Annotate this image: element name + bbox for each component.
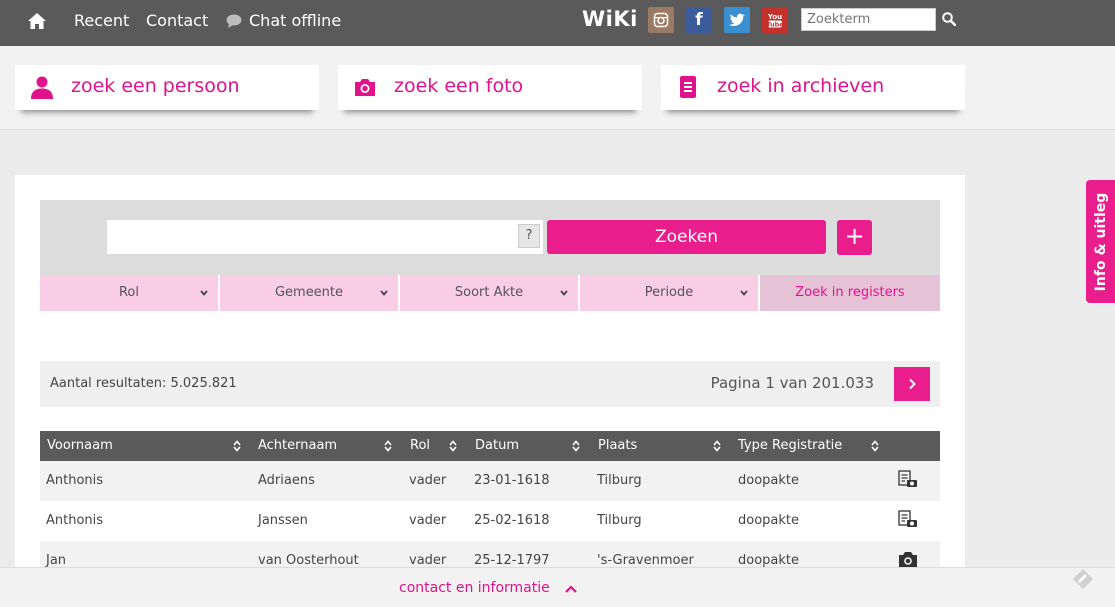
- table-row[interactable]: Anthonis Janssen vader 25-02-1618 Tilbur…: [40, 501, 940, 541]
- filter-label: Soort Akte: [454, 285, 524, 300]
- chevron-down-icon: [740, 290, 748, 296]
- table-row[interactable]: Anthonis Adriaens vader 23-01-1618 Tilbu…: [40, 461, 940, 501]
- cell-type: doopakte: [738, 513, 800, 528]
- help-button[interactable]: ?: [518, 224, 540, 248]
- filter-bar: Rol Gemeente Soort Akte Periode Zoek in …: [40, 275, 940, 311]
- cell-voornaam: Anthonis: [46, 473, 104, 488]
- sort-icon[interactable]: [233, 440, 241, 452]
- home-icon[interactable]: [27, 11, 47, 31]
- search-category-strip: zoek een persoon zoek een foto zoek in a…: [0, 46, 1115, 130]
- tab-photo-search[interactable]: zoek een foto: [338, 65, 642, 110]
- cell-rol: vader: [409, 513, 447, 528]
- cell-achternaam: Janssen: [258, 513, 308, 528]
- search-form: ? Zoeken +: [40, 200, 940, 275]
- contact-info-link[interactable]: contact en informatie: [399, 580, 550, 596]
- filter-label: Rol: [118, 285, 139, 300]
- facebook-icon[interactable]: f: [686, 7, 712, 33]
- chevron-down-icon: [200, 290, 208, 296]
- tab-label: zoek in archieven: [717, 75, 885, 97]
- feedback-icon[interactable]: [1071, 567, 1095, 591]
- filter-gemeente[interactable]: Gemeente: [220, 275, 398, 311]
- header-rol[interactable]: Rol: [410, 438, 430, 453]
- sort-icon[interactable]: [713, 440, 721, 452]
- cell-plaats: Tilburg: [597, 513, 642, 528]
- person-search-input[interactable]: [107, 220, 543, 254]
- header-voornaam[interactable]: Voornaam: [47, 438, 113, 453]
- bottom-bar: contact en informatie: [0, 567, 1115, 607]
- twitter-icon[interactable]: [724, 7, 750, 33]
- filter-label: Periode: [644, 285, 694, 300]
- document-with-photo-icon[interactable]: [898, 510, 918, 528]
- search-registers-button[interactable]: Zoek in registers: [760, 275, 940, 311]
- tab-label: zoek een persoon: [71, 75, 240, 97]
- cell-voornaam: Anthonis: [46, 513, 104, 528]
- svg-text:Tube: Tube: [767, 21, 783, 29]
- header-type-registratie[interactable]: Type Registratie: [738, 438, 842, 453]
- results-bar: Aantal resultaten: 5.025.821 Pagina 1 va…: [40, 361, 940, 407]
- search-panel: ? Zoeken + Rol Gemeente Soort Akte Perio…: [15, 175, 965, 607]
- person-icon: [31, 76, 53, 99]
- sort-icon[interactable]: [572, 440, 580, 452]
- cell-datum: 25-02-1618: [474, 513, 550, 528]
- top-navbar: Recent Contact Chat offline WiKi f You Tu…: [0, 0, 1115, 46]
- results-count: Aantal resultaten: 5.025.821: [50, 376, 237, 391]
- cell-rol: vader: [409, 473, 447, 488]
- tab-archive-search[interactable]: zoek in archieven: [661, 65, 965, 110]
- filter-periode[interactable]: Periode: [580, 275, 758, 311]
- table-header: Voornaam Achternaam Rol Datum Plaats Typ…: [40, 431, 940, 461]
- youtube-icon[interactable]: You Tube: [762, 7, 788, 33]
- cell-type: doopakte: [738, 553, 800, 568]
- pagination-info: Pagina 1 van 201.033: [710, 374, 874, 392]
- results-table: Voornaam Achternaam Rol Datum Plaats Typ…: [40, 431, 940, 581]
- tab-label: zoek een foto: [394, 75, 524, 97]
- info-side-tab-label: Info & uitleg: [1092, 192, 1109, 291]
- sort-icon[interactable]: [384, 440, 392, 452]
- chevron-up-icon[interactable]: [565, 585, 577, 593]
- camera-icon[interactable]: [898, 550, 918, 568]
- instagram-icon[interactable]: [648, 7, 674, 33]
- cell-datum: 23-01-1618: [474, 473, 550, 488]
- next-page-button[interactable]: [894, 367, 930, 401]
- chevron-right-icon: [909, 378, 916, 390]
- cell-voornaam: Jan: [46, 553, 67, 568]
- cell-rol: vader: [409, 553, 447, 568]
- cell-plaats: 's-Gravenmoer: [597, 553, 694, 568]
- document-icon: [680, 76, 696, 98]
- header-datum[interactable]: Datum: [475, 438, 519, 453]
- site-search-input[interactable]: [801, 8, 936, 31]
- camera-icon: [355, 79, 375, 96]
- nav-contact-link[interactable]: Contact: [146, 11, 208, 30]
- chat-bubble-icon: [226, 14, 242, 28]
- cell-achternaam: Adriaens: [258, 473, 315, 488]
- document-with-photo-icon[interactable]: [898, 470, 918, 488]
- advanced-search-button[interactable]: +: [837, 220, 872, 255]
- cell-type: doopakte: [738, 473, 800, 488]
- wiki-link[interactable]: WiKi: [582, 7, 638, 31]
- sort-icon[interactable]: [449, 440, 457, 452]
- header-plaats[interactable]: Plaats: [598, 438, 637, 453]
- search-icon[interactable]: [942, 12, 956, 26]
- chevron-down-icon: [560, 290, 568, 296]
- info-side-tab[interactable]: Info & uitleg: [1086, 180, 1115, 303]
- filter-soort-akte[interactable]: Soort Akte: [400, 275, 578, 311]
- header-achternaam[interactable]: Achternaam: [258, 438, 337, 453]
- filter-rol[interactable]: Rol: [40, 275, 218, 311]
- cell-plaats: Tilburg: [597, 473, 642, 488]
- cell-datum: 25-12-1797: [474, 553, 550, 568]
- tab-person-search[interactable]: zoek een persoon: [15, 65, 319, 110]
- nav-chat-link[interactable]: Chat offline: [226, 11, 341, 30]
- cell-achternaam: van Oosterhout: [258, 553, 359, 568]
- chevron-down-icon: [380, 290, 388, 296]
- filter-label: Gemeente: [274, 285, 344, 300]
- nav-recent-link[interactable]: Recent: [74, 11, 129, 30]
- sort-icon[interactable]: [871, 440, 879, 452]
- chat-label: Chat offline: [249, 11, 342, 30]
- search-button[interactable]: Zoeken: [547, 220, 826, 254]
